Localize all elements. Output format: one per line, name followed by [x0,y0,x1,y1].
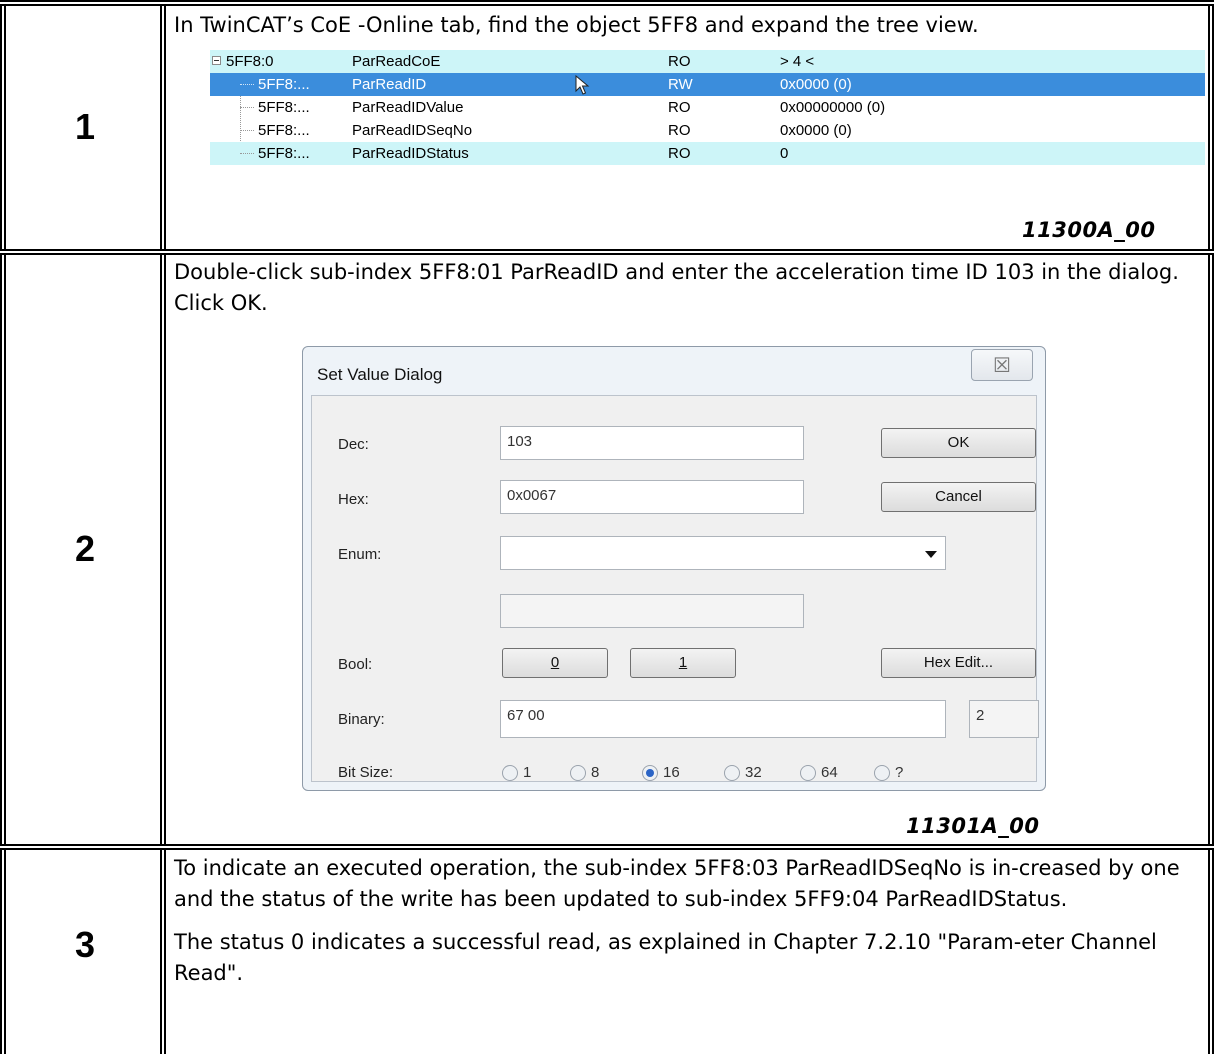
cancel-button[interactable]: Cancel [881,482,1036,512]
table-row-divider [0,249,1214,255]
tree-row-index: 5FF8:0 [226,53,274,70]
radio-icon [502,765,518,782]
tree-connector [240,153,254,154]
dec-label: Dec: [338,436,369,453]
bit-size-radio-32[interactable]: 32 [724,762,762,784]
step-number: 1 [74,106,96,147]
tree-row-index: 5FF8:... [258,99,310,116]
enum-dropdown[interactable] [500,536,946,570]
tree-row-name: ParReadIDSeqNo [352,122,473,139]
close-icon: ☒ [993,355,1011,377]
tree-row-selected[interactable]: 5FF8:... ParReadID RW 0x0000 (0) [210,73,1205,96]
bit-size-radio-auto[interactable]: ? [874,762,903,784]
tree-row-name: ParReadCoE [352,53,441,70]
step-number: 2 [74,528,96,569]
tree-row-name: ParReadIDStatus [352,145,469,162]
bool-label: Bool: [338,656,373,673]
tree-row-flags: RO [668,145,691,162]
step-paragraph: To indicate an executed operation, the s… [174,856,1180,911]
bit-size-radio-group: 1 8 16 32 64 ? [502,762,962,784]
tree-row-flags: RO [668,99,691,116]
tree-row-value: 0x00000000 (0) [780,99,886,116]
radio-icon [570,765,586,782]
binary-length-field: 2 [969,700,1039,738]
hex-edit-button[interactable]: Hex Edit... [881,648,1036,678]
dialog-title: Set Value Dialog [317,365,443,384]
tree-connector [240,107,254,108]
tree-row-flags: RO [668,122,691,139]
tree-connector [240,84,254,85]
bit-size-radio-64[interactable]: 64 [800,762,838,784]
tree-row-flags: RW [668,76,693,93]
tree-row-value: 0 [780,145,789,162]
close-button[interactable]: ☒ [971,349,1033,381]
step-instruction: In TwinCAT’s CoE -Online tab, find the o… [174,13,979,37]
tree-row[interactable]: 5FF8:... ParReadIDValue RO 0x00000000 (0… [210,96,1205,119]
tree-row[interactable]: 5FF8:... ParReadIDSeqNo RO 0x0000 (0) [210,119,1205,142]
tree-row-index: 5FF8:... [258,76,310,93]
tree-row-name: ParReadIDValue [352,99,464,116]
bit-size-radio-8[interactable]: 8 [570,762,599,784]
binary-input[interactable]: 67 00 [500,700,946,738]
bit-size-label: Bit Size: [338,764,394,781]
radio-label: ? [895,764,904,781]
tree-row-value: 0x0000 (0) [780,76,852,93]
coe-tree-view: 5FF8:0 ParReadCoE RO > 4 < 5FF8:... ParR… [210,50,1205,165]
step-instruction: Double-click sub-index 5FF8:01 ParReadID… [174,260,1179,315]
tree-row[interactable]: 5FF8:0 ParReadCoE RO > 4 < [210,50,1205,73]
table-row-divider [0,844,1214,850]
radio-icon [800,765,816,782]
radio-label: 8 [591,764,600,781]
set-value-dialog: Set Value Dialog ☒ Dec: 103 OK Hex: 0x00… [302,346,1046,791]
radio-icon [874,765,890,782]
tree-row-value: 0x0000 (0) [780,122,852,139]
dec-input[interactable]: 103 [500,426,804,460]
radio-selected-icon [642,765,658,782]
radio-label: 32 [745,764,762,781]
bool-0-button[interactable]: 0 [502,648,608,678]
tree-row-index: 5FF8:... [258,122,310,139]
tree-row-flags: RO [668,53,691,70]
hex-label: Hex: [338,491,369,508]
radio-label: 16 [663,764,680,781]
enum-text-field [500,594,804,628]
bool-1-button[interactable]: 1 [630,648,736,678]
figure-id: 11301A_00 [906,814,1040,838]
bit-size-radio-1[interactable]: 1 [502,762,531,784]
step-number: 3 [74,924,96,965]
radio-icon [724,765,740,782]
hex-input[interactable]: 0x0067 [500,480,804,514]
tree-row-name: ParReadID [352,76,427,93]
step-paragraph: The status 0 indicates a successful read… [174,930,1157,985]
step-instruction: To indicate an executed operation, the s… [174,853,1204,989]
table-border-left [0,0,6,1054]
mouse-cursor-icon [575,75,590,95]
binary-label: Binary: [338,711,385,728]
radio-label: 64 [821,764,838,781]
tree-row[interactable]: 5FF8:... ParReadIDStatus RO 0 [210,142,1205,165]
figure-id: 11300A_00 [1022,218,1156,242]
collapse-icon[interactable] [212,56,221,65]
bool-0-label: 0 [550,654,560,671]
chevron-down-icon [925,551,937,558]
dialog-body: Dec: 103 OK Hex: 0x0067 Cancel Enum: Boo… [311,395,1039,784]
bit-size-radio-16[interactable]: 16 [642,762,680,784]
table-border-right [1208,0,1214,1054]
tree-row-value: > 4 < [780,53,815,70]
tree-row-index: 5FF8:... [258,145,310,162]
bool-1-label: 1 [678,654,688,671]
ok-button[interactable]: OK [881,428,1036,458]
enum-label: Enum: [338,546,382,563]
table-column-divider [160,0,166,1054]
tree-connector [240,130,254,131]
table-border-top [0,0,1214,6]
radio-label: 1 [523,764,532,781]
